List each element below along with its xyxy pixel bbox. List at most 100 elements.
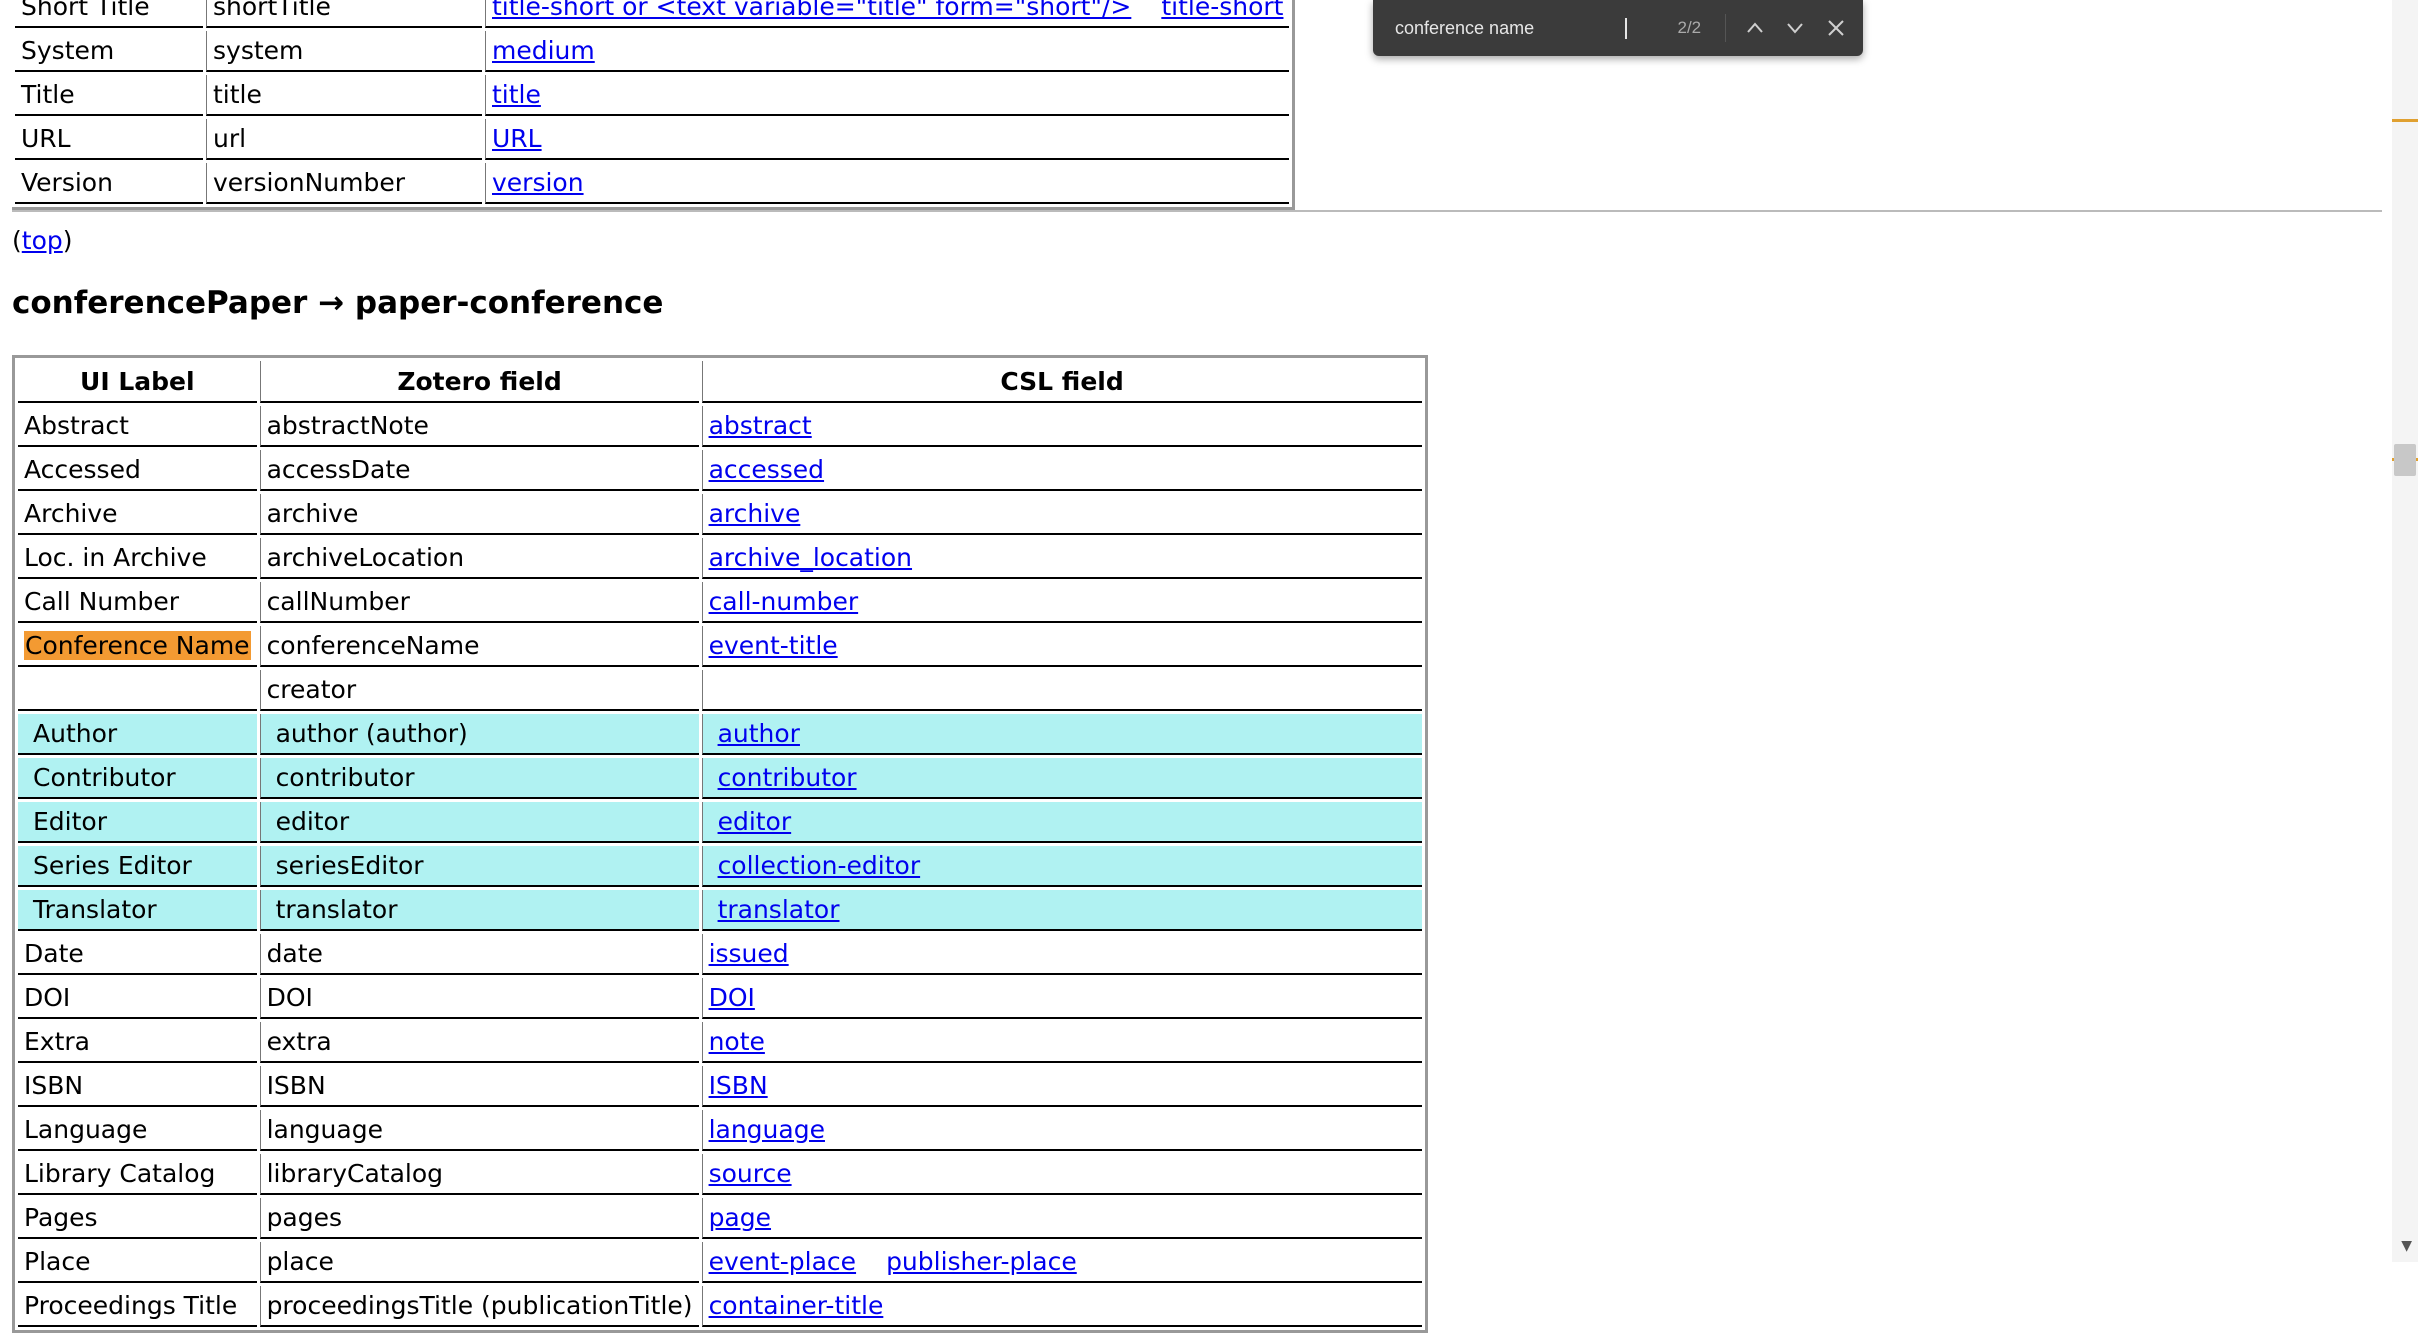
ui-label-cell: Conference Name — [18, 626, 257, 667]
zotero-field-cell: archiveLocation — [259, 538, 699, 579]
csl-field-link[interactable]: archive_location — [709, 543, 912, 572]
csl-field-cell — [701, 670, 1422, 711]
zotero-field-cell: place — [259, 1242, 699, 1283]
zotero-field: language — [266, 1115, 383, 1144]
zotero-field: date — [266, 939, 323, 968]
csl-field-link[interactable]: page — [709, 1203, 771, 1232]
csl-field-cell: archive — [701, 494, 1422, 535]
table-header-row: UI Label Zotero field CSL field — [18, 361, 1422, 403]
header-zotero-field: Zotero field — [259, 361, 699, 403]
zotero-field-cell: editor — [259, 802, 699, 843]
ui-label: System — [21, 36, 115, 65]
csl-field-link[interactable]: medium — [492, 36, 595, 65]
ui-label-cell: Editor — [18, 802, 257, 843]
zotero-field: archive — [266, 499, 359, 528]
zotero-field-cell: versionNumber — [206, 163, 482, 204]
previous-mapping-table: Short Title shortTitle title-short or <tex… — [12, 0, 1296, 210]
csl-field-link[interactable]: contributor — [718, 763, 857, 792]
csl-field-cell: page — [701, 1198, 1422, 1239]
find-match-marker — [2392, 119, 2418, 122]
csl-field-link[interactable]: author — [718, 719, 800, 748]
ui-label-cell: Call Number — [18, 582, 257, 623]
table-row: Archive archive archive — [18, 494, 1422, 535]
csl-field-cell: author — [701, 714, 1422, 755]
zotero-field: archiveLocation — [266, 543, 465, 572]
ui-label-cell: Language — [18, 1110, 257, 1151]
csl-field-cell: archive_location — [701, 538, 1422, 579]
csl-field-link[interactable]: container-title — [709, 1291, 884, 1320]
ui-label-cell: System — [15, 31, 203, 72]
chevron-down-icon[interactable] — [1782, 12, 1808, 44]
ui-label-cell: Loc. in Archive — [18, 538, 257, 579]
csl-field-link[interactable]: abstract — [709, 411, 812, 440]
zotero-field-cell: contributor — [259, 758, 699, 799]
csl-field-cell: DOI — [701, 978, 1422, 1019]
zotero-field-cell: creator — [259, 670, 699, 711]
ui-label: Title — [21, 80, 75, 109]
ui-label-cell: Translator — [18, 890, 257, 931]
zotero-field-cell: ISBN — [259, 1066, 699, 1107]
top-link[interactable]: top — [22, 226, 63, 255]
csl-field-link[interactable]: source — [709, 1159, 792, 1188]
table-row: System system medium — [15, 31, 1290, 72]
csl-field-link[interactable]: call-number — [709, 587, 859, 616]
ui-label: DOI — [24, 983, 71, 1012]
table-row: DOI DOI DOI — [18, 978, 1422, 1019]
csl-field-link[interactable]: note — [709, 1027, 765, 1056]
csl-field-cell: contributor — [701, 758, 1422, 799]
csl-field-link[interactable]: editor — [718, 807, 792, 836]
table-row: Series Editor seriesEditor collection-edit… — [18, 846, 1422, 887]
close-icon[interactable] — [1823, 12, 1849, 44]
zotero-field: proceedingsTitle (publicationTitle) — [266, 1291, 693, 1320]
csl-field-link[interactable]: URL — [492, 124, 542, 153]
table-row: Short Title shortTitle title-short or <tex… — [15, 0, 1290, 28]
ui-label-cell: Proceedings Title — [18, 1286, 257, 1327]
table-row: creator — [18, 670, 1422, 711]
scrollbar-thumb[interactable] — [2394, 444, 2416, 476]
ui-label: Abstract — [24, 411, 129, 440]
zotero-field-cell: archive — [259, 494, 699, 535]
csl-field-link[interactable]: translator — [718, 895, 840, 924]
csl-field-cell: issued — [701, 934, 1422, 975]
ui-label-cell: ISBN — [18, 1066, 257, 1107]
ui-label: Date — [24, 939, 84, 968]
csl-field-link[interactable]: collection-editor — [718, 851, 921, 880]
csl-field-link[interactable]: version — [492, 168, 584, 197]
ui-label-cell: Abstract — [18, 406, 257, 447]
ui-label: Pages — [24, 1203, 98, 1232]
zotero-field: accessDate — [266, 455, 411, 484]
zotero-field-cell: libraryCatalog — [259, 1154, 699, 1195]
ui-label-cell: Accessed — [18, 450, 257, 491]
zotero-field: ISBN — [266, 1071, 326, 1100]
ui-label: Extra — [24, 1027, 90, 1056]
csl-field-link[interactable]: accessed — [709, 455, 825, 484]
csl-field-cell: accessed — [701, 450, 1422, 491]
csl-field-link[interactable]: event-title — [709, 631, 838, 660]
vertical-scrollbar[interactable]: ▼ — [2392, 0, 2418, 1262]
zotero-field-cell: system — [206, 31, 482, 72]
csl-field-link[interactable]: DOI — [709, 983, 755, 1012]
zotero-field: url — [213, 124, 247, 153]
csl-field-link[interactable]: title — [492, 80, 541, 109]
csl-field-link[interactable]: title-short — [1161, 0, 1283, 21]
table-row: ISBN ISBN ISBN — [18, 1066, 1422, 1107]
find-input[interactable] — [1395, 17, 1627, 39]
csl-field-link[interactable]: ISBN — [709, 1071, 768, 1100]
csl-field-cell: collection-editor — [701, 846, 1422, 887]
csl-field-cell: ISBN — [701, 1066, 1422, 1107]
scroll-down-arrow-icon[interactable]: ▼ — [2401, 1238, 2412, 1254]
csl-field-link[interactable]: archive — [709, 499, 801, 528]
zotero-field: versionNumber — [213, 168, 405, 197]
zotero-field: shortTitle — [213, 0, 331, 21]
ui-label: Version — [21, 168, 113, 197]
table-row: Proceedings Title proceedingsTitle (publi… — [18, 1286, 1422, 1327]
csl-field-link[interactable]: title-short or <text variable="title" fo… — [492, 0, 1131, 21]
csl-field-link[interactable]: issued — [709, 939, 789, 968]
csl-field-link[interactable]: language — [709, 1115, 825, 1144]
ui-label-cell: DOI — [18, 978, 257, 1019]
find-match-count: 2/2 — [1677, 18, 1702, 37]
zotero-field-cell: proceedingsTitle (publicationTitle) — [259, 1286, 699, 1327]
chevron-up-icon[interactable] — [1742, 12, 1768, 44]
zotero-field: contributor — [275, 763, 415, 792]
table-row: Loc. in Archive archiveLocation archive_lo… — [18, 538, 1422, 579]
